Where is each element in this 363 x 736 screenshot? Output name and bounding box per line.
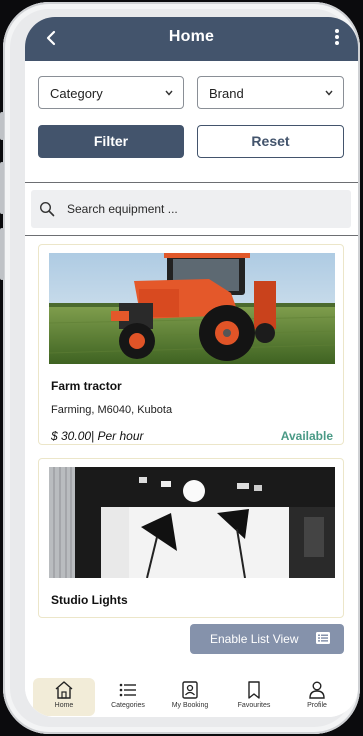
bookmark-icon — [248, 681, 260, 699]
brand-dropdown-label: Brand — [209, 86, 244, 101]
nav-item-home[interactable]: Home — [33, 678, 95, 716]
studio-lights-image — [49, 467, 335, 578]
search-icon — [39, 201, 55, 217]
phone-frame: Home Category Brand Filter Reset Search … — [0, 2, 360, 734]
nav-item-profile[interactable]: Profile — [293, 678, 341, 716]
nav-label: My Booking — [171, 702, 209, 709]
bottom-nav: Home Categories My Booking Favourites Pr… — [25, 676, 358, 717]
phone-side-button — [0, 112, 4, 140]
phone-volume-button — [0, 162, 4, 214]
reset-button[interactable]: Reset — [197, 125, 344, 158]
home-icon — [55, 681, 73, 699]
nav-item-favourites[interactable]: Favourites — [227, 678, 281, 716]
profile-icon — [309, 681, 325, 699]
filter-button[interactable]: Filter — [38, 125, 184, 158]
page-title: Home — [168, 28, 215, 45]
list-icon — [316, 632, 330, 644]
listing-card[interactable]: Farm tractor Farming, M6040, Kubota $ 30… — [38, 244, 344, 445]
phone-volume-button — [0, 228, 4, 280]
availability-status: Available — [280, 429, 333, 443]
nav-label: Categories — [111, 702, 145, 709]
divider — [25, 182, 358, 183]
search-bar[interactable] — [31, 190, 351, 228]
enable-list-view-button[interactable]: Enable List View — [190, 624, 344, 654]
search-input[interactable] — [67, 199, 337, 219]
listing-name: Farm tractor — [51, 379, 122, 393]
nav-label: Profile — [307, 702, 327, 709]
category-dropdown-label: Category — [50, 86, 103, 101]
chevron-down-icon — [325, 90, 333, 96]
listing-name: Studio Lights — [51, 593, 128, 607]
listing-price: $ 30.00| Per hour — [51, 429, 144, 443]
divider — [25, 235, 358, 236]
nav-label: Home — [54, 702, 74, 709]
chevron-down-icon — [165, 90, 173, 96]
nav-label: Favourites — [237, 702, 271, 709]
listing-card[interactable]: Studio Lights — [38, 458, 344, 618]
more-options-icon[interactable] — [334, 29, 340, 49]
list-view-label: Enable List View — [210, 632, 299, 646]
booking-icon — [182, 681, 198, 699]
nav-item-my-booking[interactable]: My Booking — [163, 678, 217, 716]
nav-item-categories[interactable]: Categories — [101, 678, 155, 716]
category-dropdown[interactable]: Category — [38, 76, 184, 109]
listing-details: Farming, M6040, Kubota — [51, 404, 173, 416]
list-icon — [119, 683, 136, 697]
brand-dropdown[interactable]: Brand — [197, 76, 344, 109]
tractor-image — [49, 253, 335, 364]
app-screen: Home Category Brand Filter Reset Search … — [25, 17, 358, 717]
top-bar: Home — [25, 17, 358, 61]
